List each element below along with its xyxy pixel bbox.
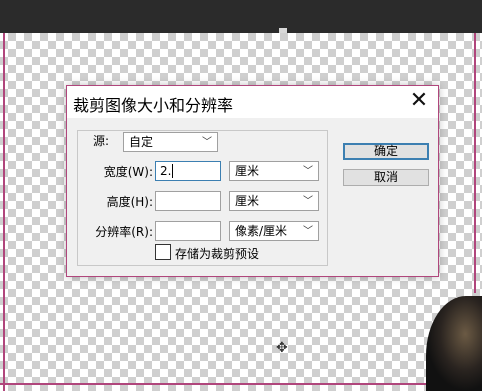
cancel-button[interactable]: 取消 xyxy=(343,169,429,186)
dialog-titlebar: 裁剪图像大小和分辨率 ✕ xyxy=(67,86,438,118)
source-label: 源: xyxy=(93,134,110,148)
width-unit-value: 厘米 xyxy=(235,164,260,178)
crop-edge-bottom[interactable] xyxy=(0,383,482,385)
resolution-unit-select[interactable]: 像素/厘米 ﹀ xyxy=(229,221,319,241)
height-input[interactable] xyxy=(155,191,221,211)
width-value: 2. xyxy=(160,164,172,178)
save-preset-checkbox[interactable] xyxy=(155,244,171,260)
chevron-down-icon: ﹀ xyxy=(303,196,313,207)
chevron-down-icon: ﹀ xyxy=(303,226,313,237)
chevron-down-icon: ﹀ xyxy=(303,166,313,177)
crosshair-cursor-icon: ✥ xyxy=(276,340,288,356)
width-label: 宽度(W): xyxy=(103,165,153,179)
crop-edge-right[interactable] xyxy=(474,33,476,293)
dialog-title: 裁剪图像大小和分辨率 xyxy=(73,96,234,115)
source-value: 自定 xyxy=(129,135,154,149)
crop-edge-left[interactable] xyxy=(3,33,5,391)
width-unit-select[interactable]: 厘米 ﹀ xyxy=(229,161,319,181)
top-toolbar-strip xyxy=(0,0,482,33)
ok-button[interactable]: 确定 xyxy=(343,143,429,160)
close-icon[interactable]: ✕ xyxy=(407,89,431,113)
height-unit-select[interactable]: 厘米 ﹀ xyxy=(229,191,319,211)
source-row: 源: xyxy=(89,132,114,149)
resolution-label: 分辨率(R): xyxy=(95,225,153,239)
height-unit-value: 厘米 xyxy=(235,194,260,208)
width-input[interactable]: 2. xyxy=(155,161,221,181)
height-label: 高度(H): xyxy=(106,195,153,209)
crop-size-dialog: 裁剪图像大小和分辨率 ✕ 源: 自定 ﹀ 宽度(W): 2. 厘米 ﹀ 高度(H… xyxy=(66,85,439,277)
source-select[interactable]: 自定 ﹀ xyxy=(123,132,218,152)
resolution-input[interactable] xyxy=(155,221,221,241)
resolution-unit-value: 像素/厘米 xyxy=(235,224,288,238)
save-preset-label: 存储为裁剪预设 xyxy=(175,247,260,261)
chevron-down-icon: ﹀ xyxy=(202,137,212,148)
